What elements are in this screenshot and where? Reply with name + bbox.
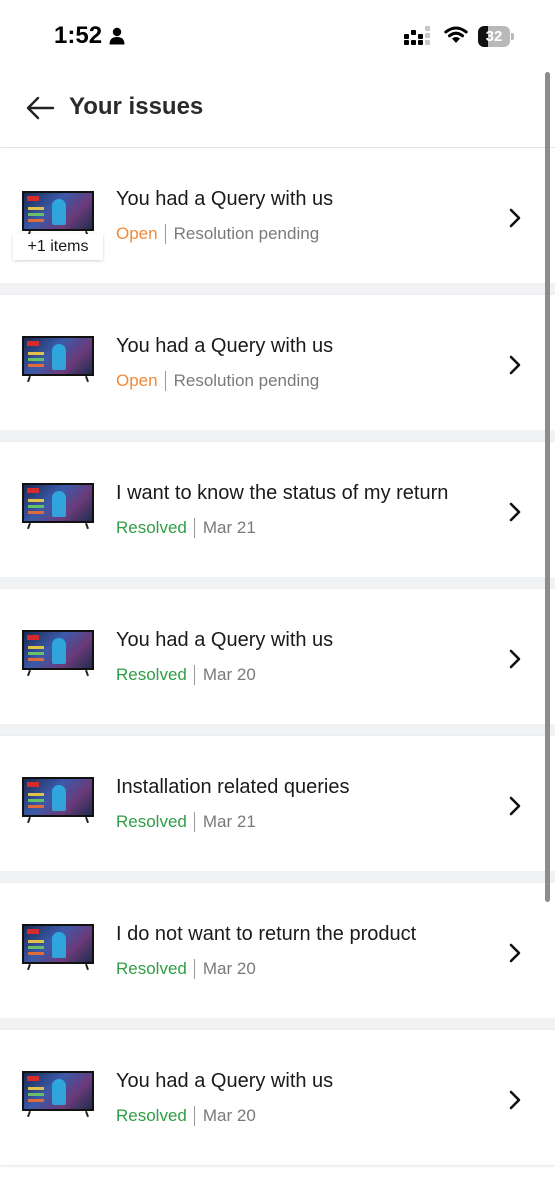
issue-title: You had a Query with us — [116, 188, 334, 210]
battery-percent: 32 — [485, 28, 503, 45]
issue-status-detail: Mar 20 — [202, 959, 256, 978]
page-title: Your issues — [69, 93, 204, 120]
issue-card[interactable]: I want to know the status of my return Re… — [0, 442, 555, 577]
issue-card[interactable]: +1 items You had a Query with us Open Resol… — [0, 148, 555, 283]
status-separator — [193, 959, 195, 979]
issue-card[interactable]: I do not want to return the product Resol… — [0, 883, 555, 1018]
issue-status-line: Open Resolution pending — [116, 224, 319, 244]
issue-status: Resolved — [116, 518, 187, 537]
product-thumbnail — [22, 483, 94, 531]
card-divider — [0, 577, 555, 589]
issue-status-line: Resolved Mar 20 — [116, 665, 256, 685]
status-separator — [164, 224, 166, 244]
product-thumbnail — [22, 630, 94, 678]
issue-status-line: Open Resolution pending — [116, 371, 319, 391]
card-divider — [0, 430, 555, 442]
issue-status-line: Resolved Mar 21 — [116, 812, 256, 832]
issue-status-detail: Resolution pending — [173, 371, 320, 390]
person-icon — [109, 27, 125, 45]
issue-status: Resolved — [116, 1106, 187, 1125]
issue-title: You had a Query with us — [116, 629, 334, 651]
status-time: 1:52 — [54, 22, 103, 49]
issue-status-line: Resolved Mar 20 — [116, 959, 256, 979]
product-thumbnail — [22, 924, 94, 972]
issue-card[interactable]: You had a Query with us Resolved Mar 20 — [0, 1030, 555, 1165]
chevron-right-icon[interactable] — [503, 1088, 527, 1112]
status-separator — [164, 371, 166, 391]
status-separator — [193, 1106, 195, 1126]
scrollbar[interactable] — [545, 72, 550, 902]
issue-status: Resolved — [116, 959, 187, 978]
card-divider — [0, 283, 555, 295]
page-header: Your issues — [0, 70, 555, 148]
product-thumbnail — [22, 777, 94, 825]
issue-card[interactable]: You had a Query with us Resolved Mar 20 — [0, 589, 555, 724]
card-divider — [0, 724, 555, 736]
battery-indicator: 32 — [478, 26, 514, 47]
status-separator — [193, 665, 195, 685]
card-divider — [0, 871, 555, 883]
wifi-icon — [444, 26, 468, 43]
issue-title: I want to know the status of my return — [116, 482, 449, 504]
issue-status: Resolved — [116, 812, 187, 831]
arrow-left-icon — [26, 96, 55, 120]
status-separator — [193, 812, 195, 832]
status-separator — [193, 518, 195, 538]
chevron-right-icon[interactable] — [503, 353, 527, 377]
chevron-right-icon[interactable] — [503, 647, 527, 671]
issue-title: You had a Query with us — [116, 1070, 334, 1092]
issue-status-detail: Mar 20 — [202, 665, 256, 684]
signal-icon — [404, 26, 430, 45]
issue-status: Resolved — [116, 665, 187, 684]
issue-card[interactable]: Installation related queries Resolved Mar … — [0, 736, 555, 871]
issue-title: You had a Query with us — [116, 335, 334, 357]
issue-status-line: Resolved Mar 20 — [116, 1106, 256, 1126]
chevron-right-icon[interactable] — [503, 941, 527, 965]
product-thumbnail — [22, 191, 94, 239]
issue-status-detail: Mar 20 — [202, 1106, 256, 1125]
status-bar: 1:52 32 — [0, 0, 555, 70]
issue-title: I do not want to return the product — [116, 923, 417, 945]
chevron-right-icon[interactable] — [503, 794, 527, 818]
product-thumbnail — [22, 336, 94, 384]
issue-status-line: Resolved Mar 21 — [116, 518, 256, 538]
chevron-right-icon[interactable] — [503, 500, 527, 524]
back-button[interactable] — [22, 90, 58, 126]
card-divider — [0, 1018, 555, 1030]
issue-status-detail: Resolution pending — [173, 224, 320, 243]
items-count-badge: +1 items — [13, 234, 103, 260]
issue-status: Open — [116, 371, 158, 390]
issue-card[interactable]: You had a Query with us Open Resolution pe… — [0, 295, 555, 430]
issue-status-detail: Mar 21 — [202, 518, 256, 537]
chevron-right-icon[interactable] — [503, 206, 527, 230]
issue-status-detail: Mar 21 — [202, 812, 256, 831]
issue-status: Open — [116, 224, 158, 243]
issue-title: Installation related queries — [116, 776, 350, 798]
product-thumbnail — [22, 1071, 94, 1119]
